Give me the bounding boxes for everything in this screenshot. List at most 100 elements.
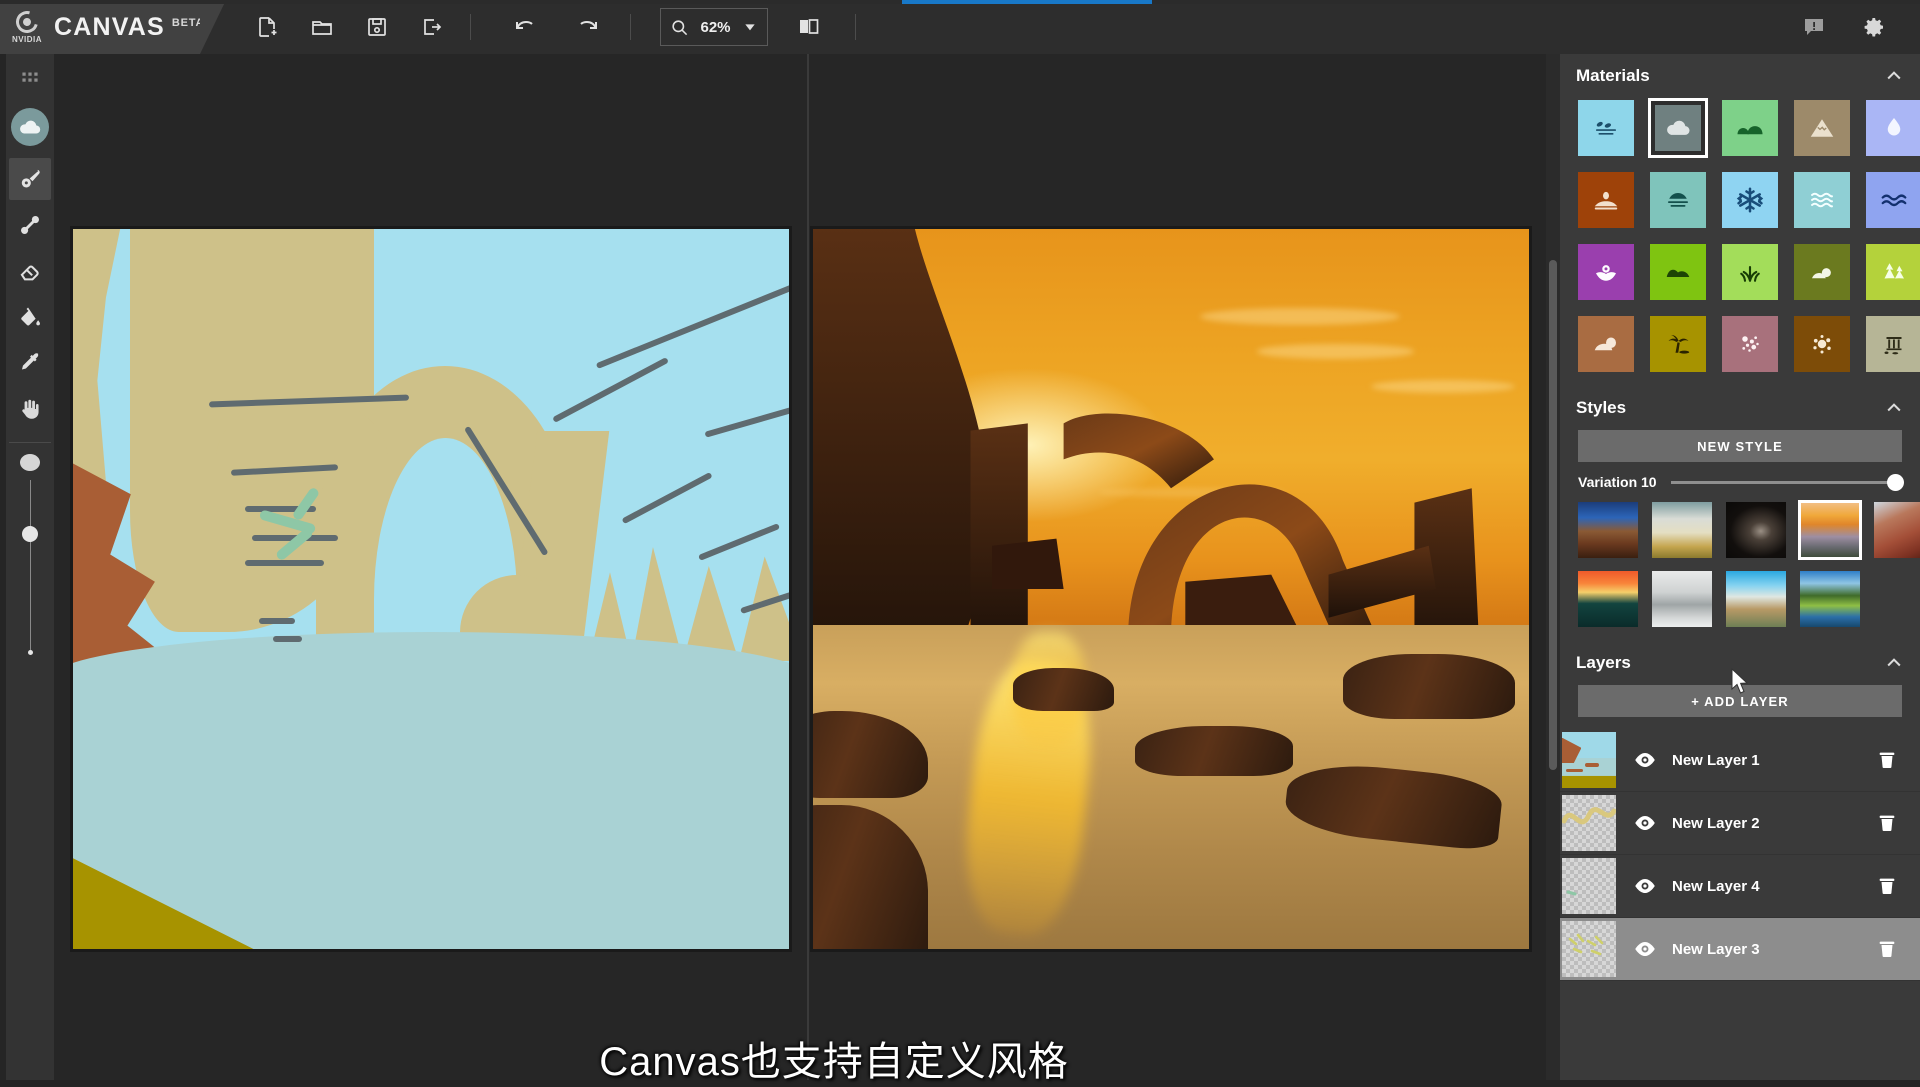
material-grass[interactable]: [1722, 244, 1778, 300]
material-rock[interactable]: [1578, 316, 1634, 372]
material-river[interactable]: [1866, 172, 1920, 228]
sketch-stroke-cloud-6: [259, 618, 295, 624]
style-alpine-lake[interactable]: [1800, 571, 1860, 627]
river-icon: [1879, 185, 1909, 215]
line-tool[interactable]: [9, 204, 51, 246]
panel-scrollbar-thumb[interactable]: [1549, 260, 1557, 770]
material-bush[interactable]: [1650, 244, 1706, 300]
title-bar: NVIDIA CANVAS BETA 62%: [0, 0, 1920, 54]
layer-name: New Layer 2: [1672, 815, 1876, 832]
zoom-control[interactable]: 62%: [660, 8, 768, 46]
eraser-tool[interactable]: [9, 250, 51, 292]
eye-icon[interactable]: [1632, 936, 1658, 962]
paint-brush-tool[interactable]: [9, 158, 51, 200]
redo-button[interactable]: [570, 9, 608, 45]
chevron-up-icon[interactable]: [1884, 66, 1904, 86]
layer-row[interactable]: New Layer 3: [1560, 918, 1920, 981]
brush-icon: [17, 166, 43, 192]
paint-bucket-tool[interactable]: [9, 296, 51, 338]
settings-button[interactable]: [1855, 9, 1893, 45]
current-material-button[interactable]: [11, 108, 49, 146]
variation-slider[interactable]: [1671, 481, 1902, 484]
material-trees[interactable]: [1866, 244, 1920, 300]
style-desert-night[interactable]: [1578, 502, 1638, 558]
new-document-button[interactable]: [248, 9, 286, 45]
app-grid-button[interactable]: [9, 58, 51, 100]
new-style-button[interactable]: NEW STYLE: [1578, 430, 1902, 462]
sketch-stroke-cloud-5: [245, 560, 324, 566]
style-tropical-beach[interactable]: [1726, 571, 1786, 627]
layer-thumbnail: [1562, 795, 1616, 851]
style-snow-mountain[interactable]: [1652, 571, 1712, 627]
material-ruins[interactable]: [1866, 316, 1920, 372]
snowflake-icon: [1735, 185, 1765, 215]
feedback-button[interactable]: [1795, 9, 1833, 45]
folder-open-icon: [310, 15, 334, 39]
styles-grid: [1560, 502, 1920, 641]
trash-icon[interactable]: [1876, 937, 1898, 961]
layer-row[interactable]: New Layer 1: [1560, 729, 1920, 792]
layer-row[interactable]: New Layer 2: [1560, 792, 1920, 855]
layer-thumbnail: [1562, 732, 1616, 788]
hill-icon: [1735, 113, 1765, 143]
material-mud[interactable]: [1578, 172, 1634, 228]
eyedropper-tool[interactable]: [9, 342, 51, 384]
undo-button[interactable]: [505, 9, 543, 45]
material-flowers[interactable]: [1578, 244, 1634, 300]
layer-name: New Layer 1: [1672, 752, 1876, 769]
rendered-pane[interactable]: [809, 54, 1562, 1080]
shrub-icon: [1807, 257, 1837, 287]
sketch-pane[interactable]: [54, 54, 807, 1080]
style-golden-sunset[interactable]: [1800, 502, 1860, 558]
material-sea[interactable]: [1794, 172, 1850, 228]
toolbar-divider: [470, 14, 471, 40]
material-hill[interactable]: [1722, 100, 1778, 156]
style-ocean-sunset[interactable]: [1578, 571, 1638, 627]
hand-icon: [17, 396, 43, 422]
material-water-drop[interactable]: [1866, 100, 1920, 156]
material-cloud[interactable]: [1650, 100, 1706, 156]
chevron-up-icon[interactable]: [1884, 653, 1904, 673]
layer-name: New Layer 4: [1672, 878, 1876, 895]
material-fog[interactable]: [1650, 172, 1706, 228]
mouse-cursor: [1731, 668, 1751, 696]
layers-title: Layers: [1576, 653, 1631, 673]
rendered-canvas[interactable]: [810, 226, 1532, 952]
material-bog[interactable]: [1578, 100, 1634, 156]
material-straw[interactable]: [1794, 316, 1850, 372]
brush-size-slider[interactable]: [6, 454, 54, 674]
styles-section-header: Styles: [1560, 386, 1920, 430]
trash-icon[interactable]: [1876, 874, 1898, 898]
trash-icon[interactable]: [1876, 748, 1898, 772]
split-view-toggle[interactable]: [790, 9, 828, 45]
top-progress-bar: [0, 0, 1920, 4]
export-file-button[interactable]: [413, 9, 451, 45]
chevron-up-icon[interactable]: [1884, 398, 1904, 418]
open-file-button[interactable]: [303, 9, 341, 45]
eye-icon[interactable]: [1632, 747, 1658, 773]
brush-size-knob[interactable]: [22, 526, 38, 542]
trash-icon[interactable]: [1876, 811, 1898, 835]
material-mountain[interactable]: [1794, 100, 1850, 156]
palm-icon: [1663, 329, 1693, 359]
fog-icon: [1663, 185, 1693, 215]
material-shrubs[interactable]: [1794, 244, 1850, 300]
layer-row[interactable]: New Layer 4: [1560, 855, 1920, 918]
material-dirt[interactable]: [1722, 316, 1778, 372]
pan-hand-tool[interactable]: [9, 388, 51, 430]
eye-icon[interactable]: [1632, 810, 1658, 836]
variation-slider-knob[interactable]: [1887, 474, 1904, 491]
eye-icon[interactable]: [1632, 873, 1658, 899]
sketch-stroke-cloud-7: [273, 636, 302, 642]
sketch-canvas[interactable]: [70, 226, 792, 952]
layer-thumbnail: [1562, 921, 1616, 977]
material-desert[interactable]: [1650, 316, 1706, 372]
save-file-button[interactable]: [358, 9, 396, 45]
material-snow[interactable]: [1722, 172, 1778, 228]
style-red-canyon[interactable]: [1874, 502, 1920, 558]
beta-badge: BETA: [172, 17, 204, 29]
style-cave-dark[interactable]: [1726, 502, 1786, 558]
style-cloud-field[interactable]: [1652, 502, 1712, 558]
caret-down-icon[interactable]: [742, 19, 758, 35]
flower-icon: [1591, 257, 1621, 287]
